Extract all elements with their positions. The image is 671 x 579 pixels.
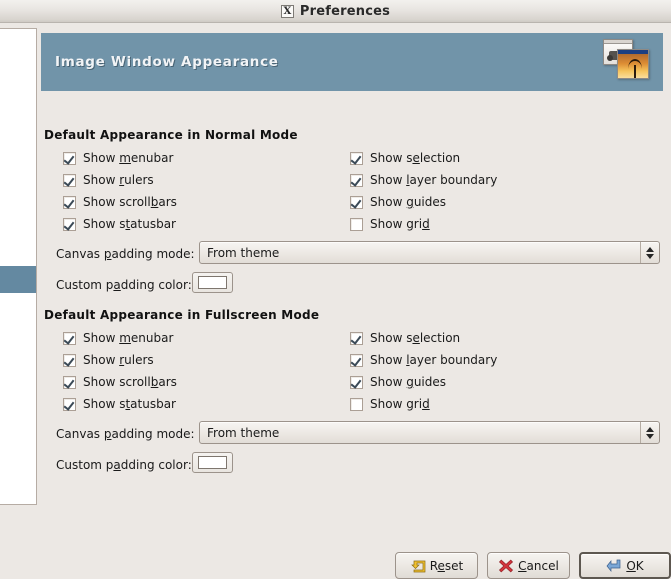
checkbox-row-show-grid-normal[interactable]: Show grid <box>350 216 430 232</box>
color-swatch-preview-fullscreen <box>198 456 227 469</box>
label-canvas-padding-mode-normal: Canvas padding mode: <box>56 247 195 261</box>
checkbox-row-show-grid-fullscreen[interactable]: Show grid <box>350 396 430 412</box>
tree-selected-row[interactable] <box>0 266 36 293</box>
chevron-down-icon <box>646 253 654 259</box>
checkbox-label-show-grid-normal: Show grid <box>370 217 430 231</box>
checkbox-label-show-menubar-fullscreen: Show menubar <box>83 331 174 345</box>
checkbox-label-show-layer-boundary-normal: Show layer boundary <box>370 173 498 187</box>
spinner-arrows-icon[interactable] <box>640 422 659 443</box>
label-canvas-padding-mode-fullscreen: Canvas padding mode: <box>56 427 195 441</box>
color-swatch-custom-padding-normal[interactable] <box>192 272 233 293</box>
label-custom-padding-color-fullscreen: Custom padding color: <box>56 458 192 472</box>
color-swatch-custom-padding-fullscreen[interactable] <box>192 452 233 473</box>
checkbox-row-show-guides-fullscreen[interactable]: Show guides <box>350 374 446 390</box>
chevron-up-icon <box>646 246 654 252</box>
checkbox-label-show-scrollbars-normal: Show scrollbars <box>83 195 177 209</box>
x-window-icon: X <box>280 4 294 18</box>
checkbox-row-show-rulers-fullscreen[interactable]: Show rulers <box>63 352 154 368</box>
combobox-canvas-padding-mode-normal[interactable]: From theme <box>199 241 660 264</box>
checkbox-show-scrollbars-normal[interactable] <box>63 195 76 209</box>
checkbox-row-show-selection-normal[interactable]: Show selection <box>350 150 460 166</box>
checkbox-show-grid-normal[interactable] <box>350 217 363 231</box>
checkbox-row-show-layer-boundary-normal[interactable]: Show layer boundary <box>350 172 497 188</box>
checkbox-show-menubar-normal[interactable] <box>63 151 76 165</box>
spinner-arrows-icon[interactable] <box>640 242 659 263</box>
checkbox-show-selection-fullscreen[interactable] <box>350 331 363 345</box>
reset-button[interactable]: Reset <box>395 552 478 579</box>
checkbox-label-show-selection-normal: Show selection <box>370 151 461 165</box>
checkbox-show-menubar-fullscreen[interactable] <box>63 331 76 345</box>
checkbox-show-guides-normal[interactable] <box>350 195 363 209</box>
checkbox-show-layer-boundary-fullscreen[interactable] <box>350 353 363 367</box>
checkbox-show-rulers-normal[interactable] <box>63 173 76 187</box>
checkbox-label-show-statusbar-fullscreen: Show statusbar <box>83 397 176 411</box>
checkbox-show-grid-fullscreen[interactable] <box>350 397 363 411</box>
window-titlebar: X Preferences <box>0 0 671 23</box>
checkbox-label-show-statusbar-normal: Show statusbar <box>83 217 176 231</box>
checkbox-row-show-layer-boundary-fullscreen[interactable]: Show layer boundary <box>350 352 497 368</box>
checkbox-show-statusbar-normal[interactable] <box>63 217 76 231</box>
dialog-button-row: Reset Cancel OK <box>395 552 671 579</box>
checkbox-label-show-grid-fullscreen: Show grid <box>370 397 430 411</box>
checkbox-show-layer-boundary-normal[interactable] <box>350 173 363 187</box>
cancel-button-label: Cancel <box>518 558 559 573</box>
color-swatch-preview-normal <box>198 276 227 289</box>
checkbox-row-show-scrollbars-normal[interactable]: Show scrollbars <box>63 194 177 210</box>
reset-undo-icon <box>410 560 426 572</box>
image-window-thumbnail-front-icon <box>617 49 649 79</box>
combobox-canvas-padding-mode-fullscreen[interactable]: From theme <box>199 421 660 444</box>
checkbox-label-show-menubar-normal: Show menubar <box>83 151 174 165</box>
ok-button[interactable]: OK <box>579 552 671 579</box>
checkbox-row-show-scrollbars-fullscreen[interactable]: Show scrollbars <box>63 374 177 390</box>
ok-button-label: OK <box>626 558 644 573</box>
checkbox-row-show-menubar-normal[interactable]: Show menubar <box>63 150 173 166</box>
chevron-up-icon <box>646 426 654 432</box>
checkbox-label-show-selection-fullscreen: Show selection <box>370 331 461 345</box>
checkbox-row-show-statusbar-normal[interactable]: Show statusbar <box>63 216 176 232</box>
checkbox-show-statusbar-fullscreen[interactable] <box>63 397 76 411</box>
cancel-x-icon <box>499 559 514 572</box>
checkbox-label-show-rulers-normal: Show rulers <box>83 173 154 187</box>
checkbox-show-rulers-fullscreen[interactable] <box>63 353 76 367</box>
combobox-value-canvas-padding-mode-normal: From theme <box>207 245 280 260</box>
checkbox-label-show-guides-fullscreen: Show guides <box>370 375 447 389</box>
section-heading-fullscreen-mode: Default Appearance in Fullscreen Mode <box>44 308 320 322</box>
page-header-icon-group <box>599 37 653 87</box>
preferences-category-tree[interactable] <box>0 28 37 505</box>
page-title: Image Window Appearance <box>55 54 279 70</box>
page-header-banner: Image Window Appearance <box>41 33 663 91</box>
label-custom-padding-color-normal: Custom padding color: <box>56 278 192 292</box>
preferences-page-content: Image Window Appearance Default Appearan… <box>41 23 671 549</box>
checkbox-show-selection-normal[interactable] <box>350 151 363 165</box>
checkbox-row-show-menubar-fullscreen[interactable]: Show menubar <box>63 330 173 346</box>
checkbox-label-show-guides-normal: Show guides <box>370 195 447 209</box>
ok-enter-icon <box>606 559 621 572</box>
preferences-dialog-body: Image Window Appearance Default Appearan… <box>0 23 671 579</box>
checkbox-show-guides-fullscreen[interactable] <box>350 375 363 389</box>
cancel-button[interactable]: Cancel <box>487 552 570 579</box>
checkbox-row-show-rulers-normal[interactable]: Show rulers <box>63 172 154 188</box>
checkbox-row-show-guides-normal[interactable]: Show guides <box>350 194 446 210</box>
checkbox-show-scrollbars-fullscreen[interactable] <box>63 375 76 389</box>
checkbox-row-show-selection-fullscreen[interactable]: Show selection <box>350 330 460 346</box>
section-heading-normal-mode: Default Appearance in Normal Mode <box>44 128 298 142</box>
reset-button-label: Reset <box>429 558 464 573</box>
chevron-down-icon <box>646 433 654 439</box>
window-title: Preferences <box>299 3 391 19</box>
checkbox-row-show-statusbar-fullscreen[interactable]: Show statusbar <box>63 396 176 412</box>
checkbox-label-show-rulers-fullscreen: Show rulers <box>83 353 154 367</box>
combobox-value-canvas-padding-mode-fullscreen: From theme <box>207 425 280 440</box>
checkbox-label-show-scrollbars-fullscreen: Show scrollbars <box>83 375 177 389</box>
checkbox-label-show-layer-boundary-fullscreen: Show layer boundary <box>370 353 498 367</box>
